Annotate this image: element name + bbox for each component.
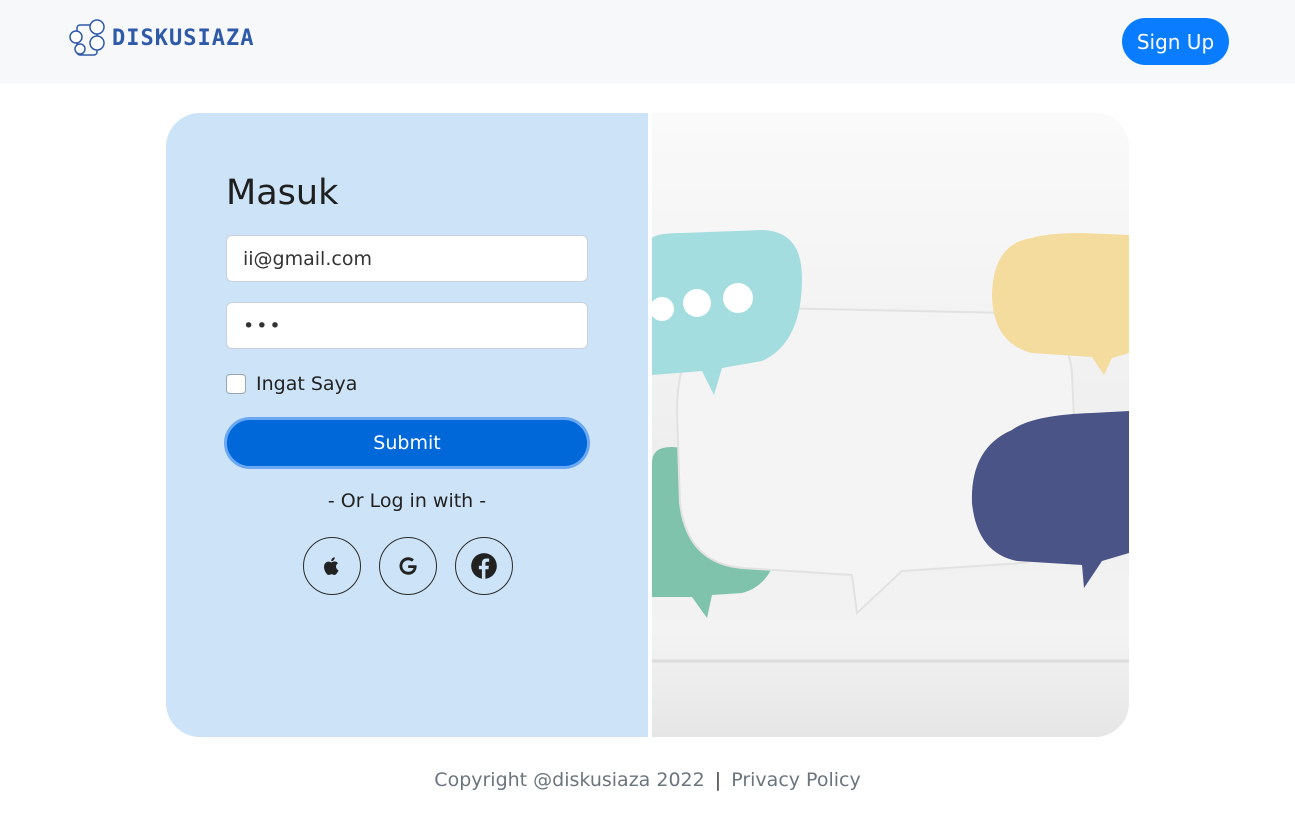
privacy-policy-link[interactable]: Privacy Policy bbox=[731, 769, 860, 791]
footer: Copyright @diskusiaza 2022 | Privacy Pol… bbox=[0, 769, 1295, 791]
illustration-image bbox=[652, 230, 1129, 737]
chat-bubbles-illustration bbox=[652, 113, 1129, 737]
social-login-group bbox=[303, 537, 513, 595]
footer-separator: | bbox=[714, 769, 722, 791]
login-card: Masuk Ingat Saya Submit - Or Log in with… bbox=[166, 113, 1129, 737]
remember-checkbox[interactable] bbox=[226, 374, 246, 394]
google-login-button[interactable] bbox=[379, 537, 437, 595]
remember-me[interactable]: Ingat Saya bbox=[226, 373, 357, 395]
brand[interactable]: DISKUSIAZA bbox=[68, 19, 254, 57]
alt-login-text: - Or Log in with - bbox=[327, 490, 487, 512]
signup-button[interactable]: Sign Up bbox=[1122, 18, 1229, 65]
apple-icon bbox=[324, 557, 339, 575]
brand-name: DISKUSIAZA bbox=[112, 25, 255, 51]
remember-label: Ingat Saya bbox=[256, 373, 358, 395]
email-input[interactable] bbox=[226, 235, 588, 282]
copyright-text: Copyright @diskusiaza 2022 bbox=[434, 769, 705, 791]
password-input[interactable] bbox=[226, 302, 588, 349]
submit-button[interactable]: Submit bbox=[224, 417, 590, 469]
google-icon bbox=[399, 557, 417, 575]
brand-logo-icon bbox=[69, 19, 105, 56]
facebook-icon bbox=[471, 553, 497, 579]
facebook-login-button[interactable] bbox=[455, 537, 513, 595]
apple-login-button[interactable] bbox=[303, 537, 361, 595]
login-panel: Masuk Ingat Saya Submit - Or Log in with… bbox=[166, 113, 648, 737]
navbar: DISKUSIAZA Sign Up bbox=[0, 0, 1295, 83]
login-title: Masuk bbox=[226, 173, 339, 213]
